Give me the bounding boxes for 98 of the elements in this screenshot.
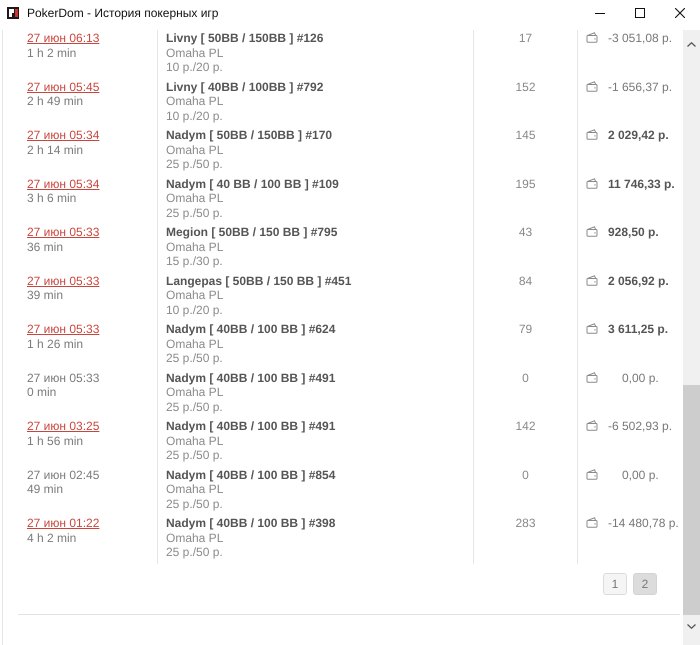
hands-count: 0 <box>522 370 529 385</box>
window-title: PokerDom - История покерных игр <box>27 6 218 20</box>
date-link[interactable]: 27 июн 05:33 <box>27 225 100 240</box>
game-type: Omaha PL <box>166 530 224 545</box>
table-name: Nadym [ 50BB / 150BB ] #170 <box>166 128 332 142</box>
hands-count: 17 <box>518 31 532 46</box>
wallet-icon <box>586 420 598 431</box>
minimize-icon <box>595 12 605 14</box>
game-type: Omaha PL <box>166 191 224 206</box>
app-logo-icon <box>7 7 19 19</box>
wallet-icon <box>586 80 598 92</box>
hands-count: 152 <box>515 80 536 94</box>
wallet-icon <box>586 129 598 140</box>
caret-down-icon <box>687 624 696 629</box>
wallet-icon <box>586 468 598 480</box>
table-name: Megion [ 50BB / 150 BB ] #795 <box>166 225 338 240</box>
stakes-text: 25 р./50 р. <box>166 206 223 220</box>
result-amount: -1 656,37 р. <box>608 80 672 94</box>
result-amount: -14 480,78 р. <box>608 516 679 530</box>
maximize-icon <box>635 8 645 18</box>
hands-count: 84 <box>518 274 532 288</box>
game-type: Omaha PL <box>166 46 224 60</box>
duration-text: 3 h 6 min <box>27 191 76 206</box>
duration-text: 1 h 56 min <box>27 434 84 448</box>
stakes-text: 25 р./50 р. <box>166 400 223 414</box>
date-link[interactable]: 27 июн 05:34 <box>27 176 100 191</box>
date-link[interactable]: 27 июн 05:33 <box>27 274 100 288</box>
result-amount: -3 051,08 р. <box>608 31 672 46</box>
game-type: Omaha PL <box>166 434 224 448</box>
stakes-text: 25 р./50 р. <box>166 157 223 172</box>
duration-text: 0 min <box>27 385 56 400</box>
date-text: 27 июн 02:45 <box>27 468 100 482</box>
result-amount: 2 056,92 р. <box>608 274 669 288</box>
duration-text: 4 h 2 min <box>27 530 76 545</box>
stakes-text: 25 р./50 р. <box>166 496 223 511</box>
duration-text: 39 min <box>27 288 64 302</box>
result-amount: 0,00 р. <box>621 468 659 482</box>
date-link[interactable]: 27 июн 05:34 <box>27 128 100 142</box>
duration-text: 2 h 49 min <box>27 94 84 108</box>
date-text: 27 июн 05:33 <box>27 370 100 385</box>
game-type: Omaha PL <box>166 94 224 108</box>
caret-up-icon <box>687 42 696 47</box>
game-type: Omaha PL <box>166 288 224 302</box>
hands-count: 283 <box>515 516 536 530</box>
wallet-icon <box>586 226 598 237</box>
result-amount: 3 611,25 р. <box>608 322 668 336</box>
stakes-text: 10 р./20 р. <box>166 60 223 74</box>
wallet-icon <box>586 323 598 334</box>
table-name: Nadym [ 40BB / 100 BB ] #624 <box>166 322 336 336</box>
close-icon <box>675 8 685 18</box>
table-name: Nadym [ 40BB / 100 BB ] #398 <box>166 516 336 530</box>
duration-text: 49 min <box>27 482 64 496</box>
stakes-text: 25 р./50 р. <box>166 448 223 462</box>
wallet-icon <box>586 274 598 286</box>
table-name: Nadym [ 40 BB / 100 BB ] #109 <box>166 176 339 191</box>
game-type: Omaha PL <box>166 142 224 157</box>
stakes-text: 15 р./30 р. <box>166 254 223 268</box>
page-button[interactable]: 2 <box>633 572 657 594</box>
wallet-icon <box>586 372 598 382</box>
table-name: Nadym [ 40BB / 100 BB ] #491 <box>166 419 336 434</box>
hands-count: 43 <box>518 225 532 240</box>
date-link[interactable]: 27 июн 06:13 <box>27 31 100 46</box>
scrollbar-thumb[interactable] <box>683 385 700 615</box>
stakes-text: 10 р./20 р. <box>166 108 223 123</box>
wallet-icon <box>586 32 598 43</box>
date-link[interactable]: 27 июн 05:45 <box>27 80 100 94</box>
duration-text: 2 h 14 min <box>27 142 84 157</box>
hands-count: 145 <box>515 128 536 142</box>
stakes-text: 25 р./50 р. <box>166 351 223 366</box>
date-link[interactable]: 27 июн 05:33 <box>27 322 100 336</box>
result-amount: 11 746,33 р. <box>608 176 675 191</box>
table-name: Nadym [ 40BB / 100 BB ] #491 <box>166 370 336 385</box>
stakes-text: 10 р./20 р. <box>166 302 223 317</box>
game-type: Omaha PL <box>166 482 224 496</box>
wallet-icon <box>586 178 598 188</box>
duration-text: 36 min <box>27 240 64 254</box>
hands-count: 142 <box>515 419 536 434</box>
result-amount: -6 502,93 р. <box>608 419 672 434</box>
hands-count: 195 <box>515 176 536 191</box>
table-name: Nadym [ 40BB / 100 BB ] #854 <box>166 468 336 482</box>
duration-text: 1 h 26 min <box>27 336 84 351</box>
table-name: Langepas [ 50BB / 150 BB ] #451 <box>166 274 352 288</box>
hands-count: 79 <box>518 322 532 336</box>
game-type: Omaha PL <box>166 385 224 400</box>
game-type: Omaha PL <box>166 240 224 254</box>
result-amount: 0,00 р. <box>621 370 659 385</box>
table-name: Livny [ 50BB / 150BB ] #126 <box>166 31 324 46</box>
wallet-icon <box>586 517 598 528</box>
duration-text: 1 h 2 min <box>27 46 76 60</box>
game-type: Omaha PL <box>166 336 224 351</box>
date-link[interactable]: 27 июн 01:22 <box>27 516 100 530</box>
result-amount: 2 029,42 р. <box>608 128 669 142</box>
hands-count: 0 <box>522 468 529 482</box>
table-name: Livny [ 40BB / 100BB ] #792 <box>166 80 324 94</box>
date-link[interactable]: 27 июн 03:25 <box>27 419 100 434</box>
page-button[interactable]: 1 <box>603 572 627 594</box>
stakes-text: 25 р./50 р. <box>166 545 223 560</box>
result-amount: 928,50 р. <box>608 225 659 240</box>
